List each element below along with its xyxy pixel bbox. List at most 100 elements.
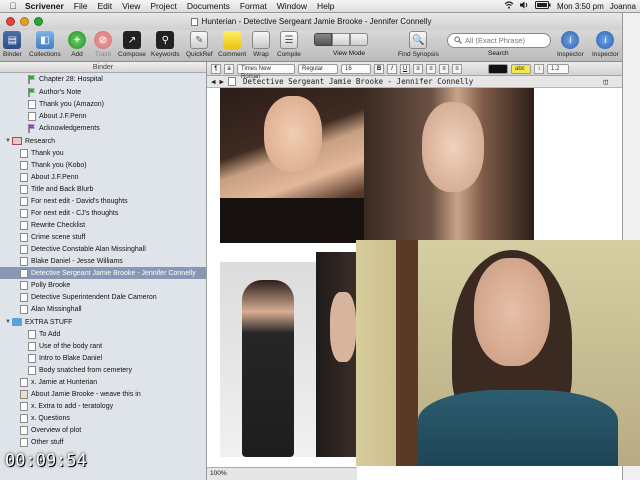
view-mode-document-button[interactable]	[314, 33, 332, 46]
document-icon	[20, 148, 28, 158]
text-color-picker[interactable]	[488, 63, 508, 74]
binder-item[interactable]: Rewrite Checklist	[0, 219, 206, 231]
wifi-icon[interactable]	[504, 1, 514, 11]
binder-item[interactable]: Blake Daniel - Jesse Williams	[0, 255, 206, 267]
binder-item[interactable]: x. Questions	[0, 412, 206, 424]
binder-item[interactable]: For next edit - David's thoughts	[0, 195, 206, 207]
battery-icon[interactable]	[535, 1, 551, 11]
quickref-button[interactable]: ✎ QuickRef	[186, 31, 213, 58]
trash-button[interactable]: ⊘ Trash	[94, 31, 112, 58]
binder-item[interactable]: To Add	[0, 328, 206, 340]
binder-item-label: Rewrite Checklist	[31, 221, 86, 229]
collections-icon: ◧	[35, 31, 54, 49]
binder-item[interactable]: Detective Constable Alan Missinghall	[0, 243, 206, 255]
find-synopsis-button[interactable]: 🔍 Find Synopsis	[398, 31, 439, 58]
wrap-button[interactable]: Wrap	[252, 31, 270, 58]
italic-button[interactable]: I	[387, 63, 397, 74]
document-title[interactable]: Detective Sergeant Jamie Brooke - Jennif…	[243, 77, 473, 86]
comment-button[interactable]: Comment	[218, 31, 246, 58]
disclosure-triangle-icon[interactable]: ▼	[4, 319, 12, 325]
binder-item[interactable]: About J.F.Penn	[0, 110, 206, 122]
document-icon	[20, 196, 28, 206]
compile-button[interactable]: ☰ Compile	[277, 31, 301, 58]
menu-view[interactable]: View	[117, 1, 145, 11]
zoom-window-button[interactable]	[34, 17, 43, 26]
binder-item-label: Other stuff	[31, 438, 64, 446]
document-icon	[20, 389, 28, 399]
binder-item[interactable]: Thank you	[0, 147, 206, 159]
back-arrow-icon[interactable]: ◀	[211, 77, 216, 86]
binder-item-label: For next edit - CJ's thoughts	[31, 209, 119, 217]
collections-button[interactable]: ◧ Collections	[29, 31, 61, 58]
document-icon	[228, 77, 237, 86]
document-proxy-icon[interactable]	[190, 17, 198, 26]
line-spacing-select[interactable]: 1.2	[547, 63, 569, 74]
wrap-label: Wrap	[253, 51, 269, 58]
keywords-button[interactable]: ⚲ Keywords	[151, 31, 180, 58]
binder-item[interactable]: Polly Brooke	[0, 279, 206, 291]
inspector-button-2[interactable]: i Inspector	[592, 31, 619, 58]
binder-item[interactable]: Overview of plot	[0, 424, 206, 436]
paragraph-style-button[interactable]: ¶	[211, 63, 221, 74]
binder-item-research[interactable]: ▼ Research	[0, 135, 206, 147]
search-input[interactable]: All (Exact Phrase)	[447, 33, 551, 48]
binder-item[interactable]: Body snatched from cemetery	[0, 364, 206, 376]
menu-help[interactable]: Help	[312, 1, 339, 11]
binder-item-label: Use of the body rant	[39, 342, 103, 350]
binder-item[interactable]: Detective Superintendent Dale Cameron	[0, 291, 206, 303]
menu-edit[interactable]: Edit	[92, 1, 117, 11]
font-panel-button[interactable]: a	[224, 63, 234, 74]
menu-documents[interactable]: Documents	[182, 1, 235, 11]
close-window-button[interactable]	[6, 17, 15, 26]
bold-button[interactable]: B	[374, 63, 384, 74]
font-style-select[interactable]: Regular	[298, 63, 338, 74]
binder-item[interactable]: Crime scene stuff	[0, 231, 206, 243]
align-center-button[interactable]: ≡	[426, 63, 436, 74]
menu-project[interactable]: Project	[145, 1, 181, 11]
inspector-button[interactable]: i Inspector	[557, 31, 584, 58]
minimize-window-button[interactable]	[20, 17, 29, 26]
volume-icon[interactable]	[520, 1, 529, 11]
binder-item[interactable]: Title and Back Blurb	[0, 183, 206, 195]
binder-item[interactable]: Intro to Blake Daniel	[0, 352, 206, 364]
view-mode-corkboard-button[interactable]	[332, 33, 350, 46]
align-left-button[interactable]: ≡	[413, 63, 423, 74]
binder-item[interactable]: About J.F.Penn	[0, 171, 206, 183]
apple-icon[interactable]: 	[6, 1, 20, 11]
binder-item[interactable]: x. Extra to add - teratology	[0, 400, 206, 412]
compose-button[interactable]: ↗ Compose	[118, 31, 146, 58]
binder-item[interactable]: Acknowledgements	[0, 122, 206, 134]
menu-file[interactable]: File	[69, 1, 93, 11]
forward-arrow-icon[interactable]: ▶	[220, 77, 225, 86]
highlight-color-picker[interactable]: abc	[511, 63, 531, 74]
binder-item[interactable]: Use of the body rant	[0, 340, 206, 352]
binder-item[interactable]: Chapter 28: Hospital	[0, 73, 206, 85]
disclosure-triangle-icon[interactable]: ▼	[4, 138, 12, 144]
zoom-select[interactable]: 100%	[210, 470, 227, 477]
binder-item[interactable]: Other stuff	[0, 436, 206, 448]
user-name[interactable]: Joanna	[610, 2, 636, 11]
binder-item[interactable]: About Jamie Brooke - weave this in	[0, 388, 206, 400]
binder-item[interactable]: Author's Note	[0, 86, 206, 98]
font-family-select[interactable]: Times New Roman	[237, 63, 295, 80]
binder-item[interactable]: Thank you (Amazon)	[0, 98, 206, 110]
clock[interactable]: Mon 3:50 pm	[557, 2, 604, 11]
menu-window[interactable]: Window	[272, 1, 312, 11]
binder-item[interactable]: Alan Missinghall	[0, 303, 206, 315]
font-size-select[interactable]: 16	[341, 63, 371, 74]
view-mode-outline-button[interactable]	[350, 33, 368, 46]
split-view-icon[interactable]: ◫	[603, 77, 608, 86]
binder-item-extra-stuff[interactable]: ▼ EXTRA STUFF	[0, 316, 206, 328]
align-justify-button[interactable]: ≡	[452, 63, 462, 74]
binder-item[interactable]: x. Jamie at Hunterian	[0, 376, 206, 388]
binder-item-selected[interactable]: Detective Sergeant Jamie Brooke - Jennif…	[0, 267, 206, 279]
binder-item[interactable]: Thank you (Kobo)	[0, 159, 206, 171]
underline-button[interactable]: U	[400, 63, 410, 74]
menu-app[interactable]: Scrivener	[20, 1, 69, 11]
binder-item[interactable]: For next edit - CJ's thoughts	[0, 207, 206, 219]
add-button[interactable]: + Add	[68, 31, 86, 58]
flag-green-icon	[28, 74, 36, 84]
menu-format[interactable]: Format	[235, 1, 272, 11]
binder-button[interactable]: ▤ Binder	[3, 31, 22, 58]
align-right-button[interactable]: ≡	[439, 63, 449, 74]
